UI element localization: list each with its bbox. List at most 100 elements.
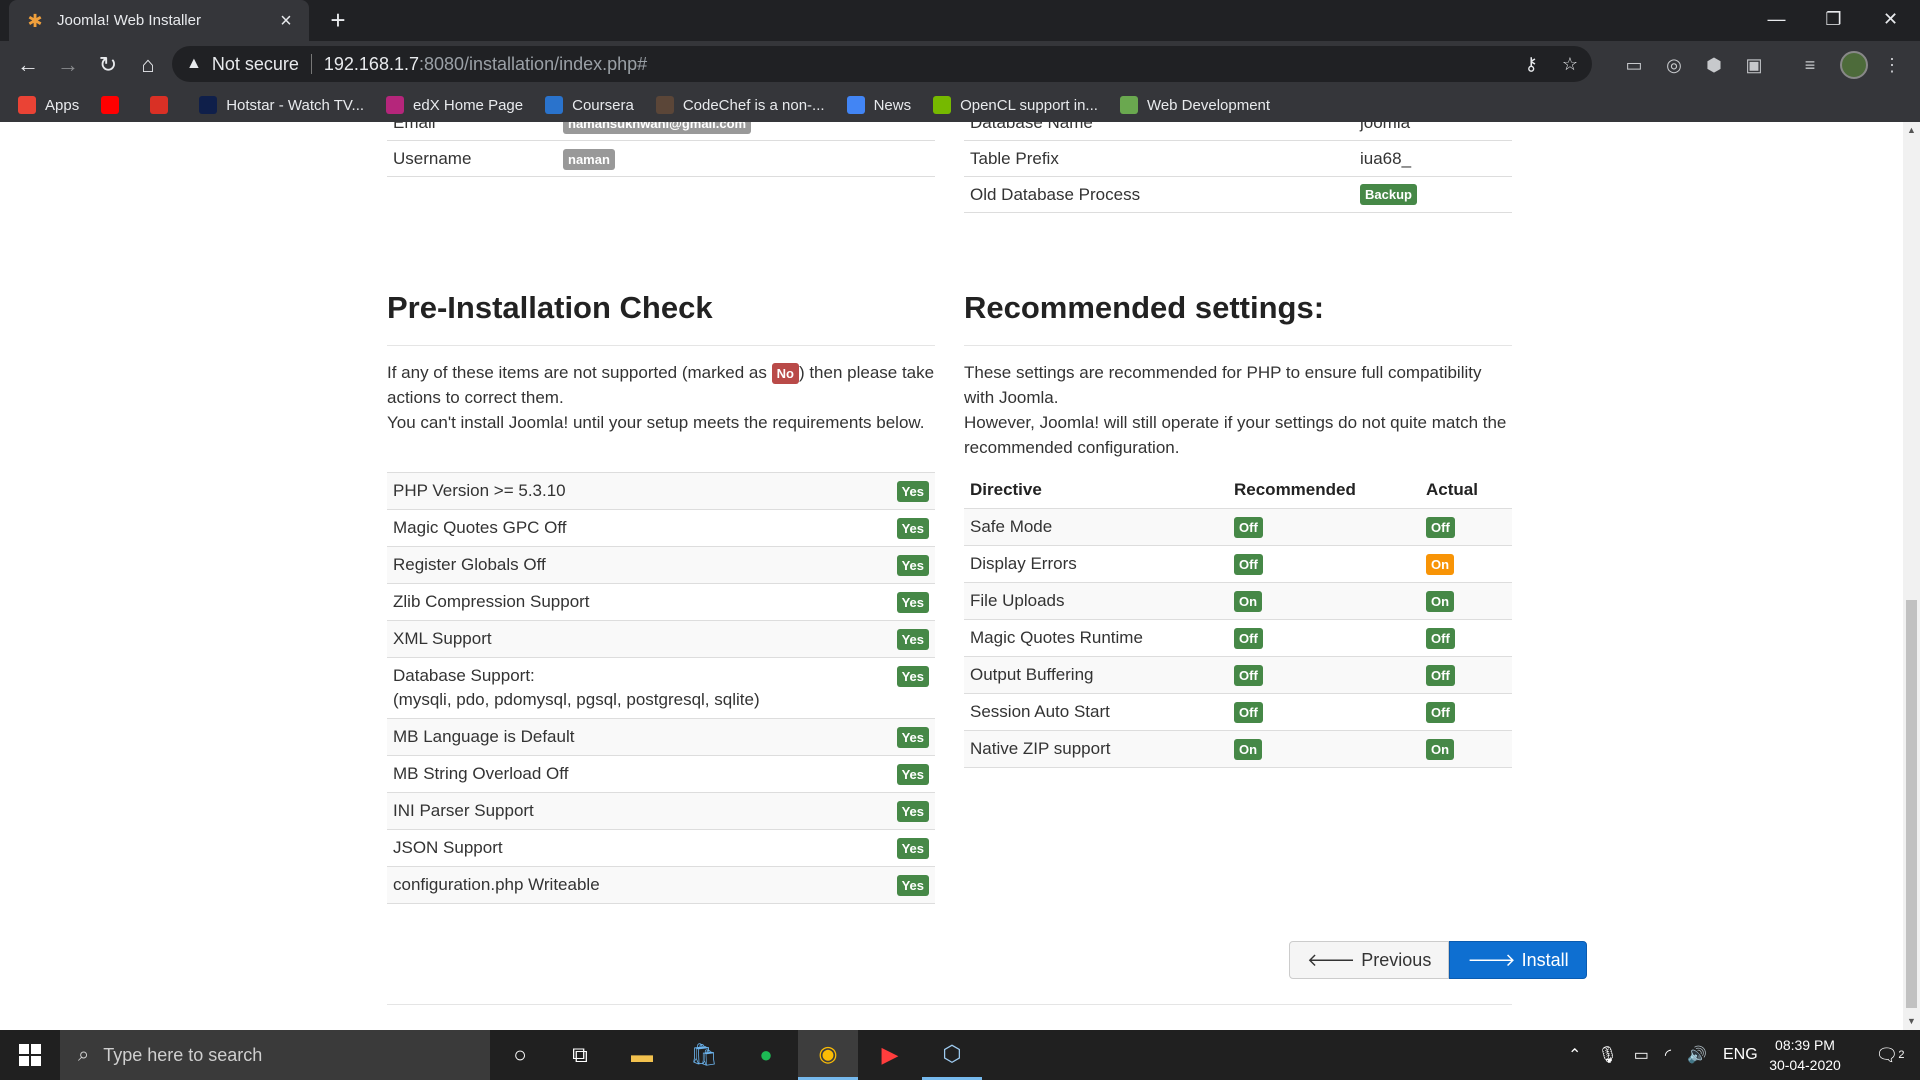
recommended-cell: On <box>1228 582 1420 620</box>
microphone-icon[interactable]: 🎙 <box>1597 1045 1617 1065</box>
action-center-icon[interactable]: 🗨 2 <box>1860 1030 1920 1080</box>
windows-logo-icon <box>19 1044 41 1066</box>
reload-icon[interactable]: ↻ <box>92 49 124 81</box>
precheck-row: XML Support Yes <box>387 620 935 658</box>
youtube-music-icon[interactable]: ▶ <box>860 1030 920 1080</box>
recommended-cell: Off <box>1228 508 1420 546</box>
folder-icon <box>1119 96 1138 114</box>
admin-info-table: Email namansukhwani@gmail.com Username nam… <box>387 122 935 177</box>
recommended-badge: Off <box>1234 628 1263 649</box>
new-tab-button[interactable]: + <box>324 6 352 34</box>
precheck-item: Magic Quotes GPC Off <box>387 509 875 547</box>
extension-bulb-icon[interactable]: ◎ <box>1662 53 1686 77</box>
precheck-item: XML Support <box>387 620 875 658</box>
precheck-item-label: JSON Support <box>393 838 503 857</box>
actual-cell: Off <box>1420 656 1512 694</box>
close-window-button[interactable]: ✕ <box>1862 0 1919 41</box>
navigation-buttons: 🡐 Previous 🡒 Install <box>1289 941 1587 979</box>
install-button[interactable]: 🡒 Install <box>1449 941 1587 979</box>
previous-button[interactable]: 🡐 Previous <box>1289 941 1450 979</box>
recommended-intro-2: However, Joomla! will still operate if y… <box>964 413 1507 457</box>
precheck-status-cell: Yes <box>875 829 935 867</box>
actual-badge: On <box>1426 739 1455 760</box>
task-view-icon[interactable]: ⧉ <box>550 1030 610 1080</box>
precheck-item-sublabel: (mysqli, pdo, pdomysql, pgsql, postgresq… <box>393 690 760 709</box>
bookmark-item[interactable]: Web Development <box>1119 96 1270 114</box>
admin-email-value: namansukhwani@gmail.com <box>563 122 752 134</box>
forward-icon[interactable]: → <box>52 49 84 81</box>
store-icon[interactable]: 🛍 <box>674 1030 734 1080</box>
bookmark-item[interactable] <box>101 96 128 114</box>
cortana-icon[interactable]: ○ <box>490 1030 550 1080</box>
directive-name: File Uploads <box>964 582 1228 620</box>
show-hidden-icons-icon[interactable]: ⌃ <box>1568 1045 1581 1065</box>
bookmark-item[interactable]: OpenCL support in... <box>933 96 1098 114</box>
actual-header: Actual <box>1426 480 1478 499</box>
bookmark-item[interactable]: Apps <box>18 96 79 114</box>
precheck-row: INI Parser Support Yes <box>387 792 935 830</box>
precheck-item-label: Zlib Compression Support <box>393 592 590 611</box>
wifi-icon[interactable]: ◜ <box>1665 1045 1671 1065</box>
battery-icon[interactable]: ▭ <box>1634 1045 1649 1065</box>
precheck-item: MB Language is Default <box>387 718 875 756</box>
key-icon[interactable]: ⚷ <box>1525 54 1538 75</box>
bookmark-item[interactable] <box>150 96 177 114</box>
scroll-down-icon[interactable]: ▼ <box>1903 1013 1920 1030</box>
precheck-item: PHP Version >= 5.3.10 <box>387 472 875 510</box>
profile-avatar[interactable] <box>1840 51 1868 79</box>
precheck-item-label: MB Language is Default <box>393 727 575 746</box>
actual-badge: Off <box>1426 665 1455 686</box>
extension-cube-icon[interactable]: ⬢ <box>1702 53 1726 77</box>
bookmark-item[interactable]: News <box>846 96 911 114</box>
precheck-item: INI Parser Support <box>387 792 875 830</box>
security-status[interactable]: Not secure <box>212 54 299 75</box>
virtualbox-icon[interactable]: ⬡ <box>922 1030 982 1080</box>
precheck-intro-before: If any of these items are not supported … <box>387 363 772 382</box>
page-scrollbar[interactable]: ▲ ▼ <box>1903 122 1920 1030</box>
recommended-row: Safe Mode Off Off <box>964 508 1512 546</box>
address-bar[interactable]: ▲ Not secure 192.168.1.7:8080/installati… <box>172 46 1592 82</box>
menu-icon[interactable]: ⋮ <box>1880 53 1904 77</box>
language-indicator[interactable]: ENG <box>1723 1046 1758 1064</box>
bookmark-item[interactable]: CodeChef is a non-... <box>655 96 825 114</box>
taskbar-clock[interactable]: 08:39 PM 30-04-2020 <box>1760 1035 1850 1075</box>
extension-cast-icon[interactable]: ▭ <box>1622 53 1646 77</box>
precheck-intro: If any of these items are not supported … <box>387 360 935 435</box>
back-icon[interactable]: ← <box>12 49 44 81</box>
bookmark-item[interactable]: Hotstar - Watch TV... <box>199 96 364 114</box>
bookmark-star-icon[interactable]: ☆ <box>1562 54 1578 75</box>
scroll-up-icon[interactable]: ▲ <box>1903 122 1920 139</box>
browser-tab[interactable]: ✱ Joomla! Web Installer × <box>9 0 309 41</box>
directive-name: Native ZIP support <box>964 730 1228 768</box>
windows-start-button[interactable] <box>0 1030 60 1080</box>
bookmark-item[interactable]: edX Home Page <box>386 96 523 114</box>
actual-badge: On <box>1426 554 1455 575</box>
directive-header: Directive <box>970 480 1042 499</box>
status-badge: Yes <box>896 875 929 896</box>
browser-tab-bar: ✱ Joomla! Web Installer × + — ❐ ✕ <box>0 0 1920 41</box>
recommended-intro-1: These settings are recommended for PHP t… <box>964 363 1482 407</box>
spotify-icon[interactable]: ● <box>736 1030 796 1080</box>
home-icon[interactable]: ⌂ <box>132 49 164 81</box>
volume-icon[interactable]: 🔊 <box>1687 1045 1707 1065</box>
bookmark-item[interactable]: Coursera <box>545 96 634 114</box>
extension-edit-icon[interactable]: ▣ <box>1742 53 1766 77</box>
close-tab-icon[interactable]: × <box>275 10 297 32</box>
old-db-process-badge: Backup <box>1360 184 1417 205</box>
actual-badge: Off <box>1426 628 1455 649</box>
scrollbar-thumb[interactable] <box>1906 600 1917 1008</box>
restore-button[interactable]: ❐ <box>1805 0 1862 41</box>
file-explorer-icon[interactable]: ▬ <box>612 1030 672 1080</box>
precheck-item-label: Register Globals Off <box>393 555 546 574</box>
actual-cell: Off <box>1420 508 1512 546</box>
chrome-icon[interactable]: ◉ <box>798 1030 858 1080</box>
precheck-row: configuration.php Writeable Yes <box>387 866 935 904</box>
recommended-row: File Uploads On On <box>964 582 1512 620</box>
minimize-button[interactable]: — <box>1748 0 1805 41</box>
database-info-table: Database Name joomla Table Prefix iua68_ O… <box>964 122 1512 213</box>
taskbar-search[interactable]: ⌕ Type here to search <box>60 1030 490 1080</box>
precheck-status-cell: Yes <box>875 792 935 830</box>
actual-cell: Off <box>1420 619 1512 657</box>
media-control-icon[interactable]: ≡ <box>1798 53 1822 77</box>
bookmark-label: Coursera <box>572 96 634 114</box>
